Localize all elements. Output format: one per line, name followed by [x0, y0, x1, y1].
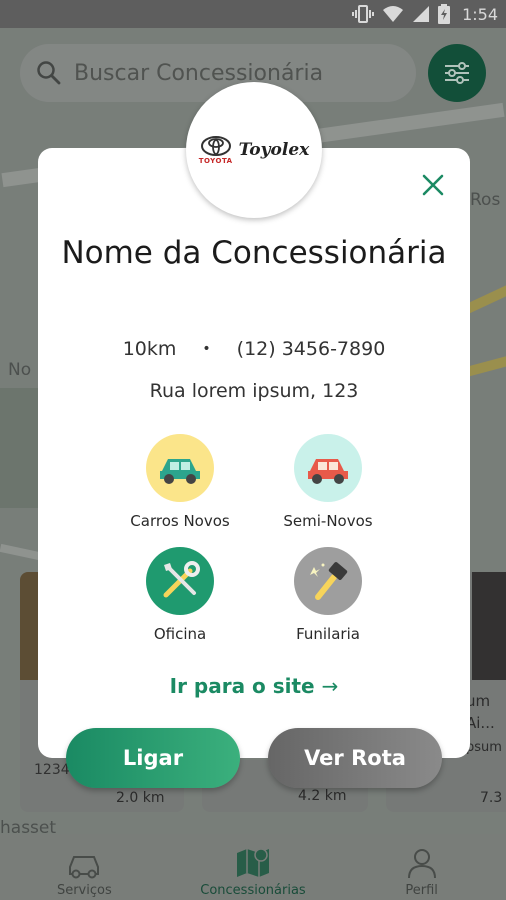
service-label: Oficina: [153, 625, 207, 643]
site-link[interactable]: Ir para o site →: [38, 674, 470, 698]
dealer-name: Nome da Concessionária: [61, 235, 447, 271]
service-carros-novos[interactable]: Carros Novos: [110, 434, 250, 530]
wrench-tools-icon: [163, 561, 200, 598]
service-icon-circle: [294, 547, 362, 615]
service-icon-circle: [294, 434, 362, 502]
site-link-label: Ir para o site: [169, 674, 315, 698]
dealer-logo: TOYOTA Toyolex: [186, 82, 322, 218]
dealer-phone[interactable]: (12) 3456-7890: [237, 338, 386, 360]
close-icon: [422, 174, 444, 196]
service-label: Carros Novos: [130, 512, 230, 530]
arrow-right-icon: →: [321, 674, 339, 698]
route-button[interactable]: Ver Rota: [268, 728, 442, 788]
hammer-icon: [310, 562, 348, 600]
car-used-icon: [308, 459, 348, 484]
toyota-emblem: TOYOTA: [198, 135, 233, 165]
service-oficina[interactable]: Oficina: [110, 547, 250, 643]
service-icon-circle: [146, 434, 214, 502]
dealer-distance: 10km: [122, 338, 177, 360]
close-button[interactable]: [418, 170, 448, 200]
service-semi-novos[interactable]: Semi-Novos: [258, 434, 398, 530]
dealer-address: Rua lorem ipsum, 123: [149, 380, 359, 402]
dealer-info: 10km • (12) 3456-7890: [38, 338, 470, 360]
brand-emblem-text: TOYOTA: [198, 156, 233, 165]
toyota-logo-icon: [200, 135, 231, 156]
service-label: Funilaria: [296, 625, 360, 643]
service-label: Semi-Novos: [283, 512, 373, 530]
service-funilaria[interactable]: Funilaria: [258, 547, 398, 643]
separator-dot: •: [202, 341, 211, 357]
car-new-icon: [160, 459, 200, 484]
service-icon-circle: [146, 547, 214, 615]
call-button[interactable]: Ligar: [66, 728, 240, 788]
brand-wordmark: Toyolex: [238, 140, 310, 160]
